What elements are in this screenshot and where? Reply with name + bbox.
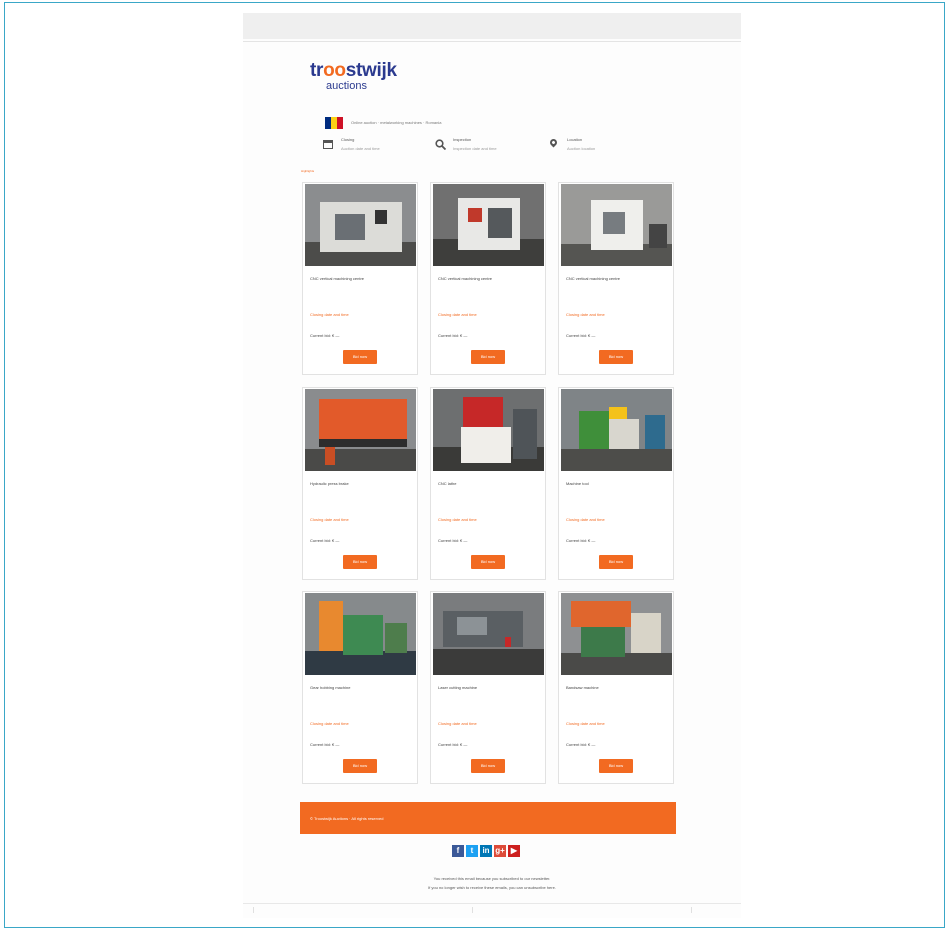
lot-price: Current bid: € — <box>438 538 468 543</box>
lot-price: Current bid: € — <box>310 333 340 338</box>
lot-photo[interactable] <box>561 593 672 675</box>
screenshot-frame: troostwijk auctions Online auction · met… <box>4 2 945 928</box>
unsubscribe-link[interactable]: If you no longer wish to receive these e… <box>243 885 741 890</box>
lot-title[interactable]: Bandsaw machine <box>566 685 666 690</box>
calendar-icon <box>323 140 333 149</box>
info-value: Auction location <box>567 146 596 151</box>
lot-card[interactable]: CNC vertical machining centre Closing da… <box>430 182 546 375</box>
lot-price: Current bid: € — <box>438 742 468 747</box>
lot-photo[interactable] <box>433 389 544 471</box>
lot-title[interactable]: Machine tool <box>566 481 666 486</box>
lot-title[interactable]: Laser cutting machine <box>438 685 538 690</box>
lot-photo[interactable] <box>433 184 544 266</box>
lot-closing-date: Closing date and time <box>310 312 349 317</box>
bid-button[interactable]: Bid now <box>599 555 633 569</box>
lot-card[interactable]: CNC vertical machining centre Closing da… <box>558 182 674 375</box>
email-top-bar <box>243 13 741 39</box>
youtube-icon[interactable]: ▶ <box>508 845 520 857</box>
info-value: Inspection date and time <box>453 146 497 151</box>
logo-subtitle: auctions <box>326 80 367 92</box>
lot-closing-date: Closing date and time <box>310 517 349 522</box>
lot-price: Current bid: € — <box>310 538 340 543</box>
logo-wordmark: troostwijk <box>310 60 397 81</box>
lot-closing-date: Closing date and time <box>438 721 477 726</box>
info-label: Closing <box>341 137 355 142</box>
info-closing: Closing Auction date and time <box>323 137 453 157</box>
divider <box>472 907 473 913</box>
lot-closing-date: Closing date and time <box>438 312 477 317</box>
search-icon <box>435 139 447 152</box>
lot-closing-date: Closing date and time <box>310 721 349 726</box>
info-inspection: Inspection Inspection date and time <box>435 137 565 157</box>
footer-bar: © Troostwijk Auctions · All rights reser… <box>300 802 676 834</box>
bid-button[interactable]: Bid now <box>343 555 377 569</box>
bid-button[interactable]: Bid now <box>343 759 377 773</box>
flag-stripe-red <box>337 117 343 129</box>
lot-title[interactable]: CNC vertical machining centre <box>438 276 538 281</box>
lot-price: Current bid: € — <box>566 538 596 543</box>
section-label: Highlights <box>301 169 315 173</box>
divider <box>243 903 741 904</box>
facebook-icon[interactable]: f <box>452 845 464 857</box>
intro-text: Online auction · metalworking machines ·… <box>351 120 442 125</box>
lot-price: Current bid: € — <box>310 742 340 747</box>
lot-title[interactable]: CNC vertical machining centre <box>566 276 666 281</box>
unsubscribe-text: You received this email because you subs… <box>433 876 551 881</box>
romania-flag-icon <box>325 117 343 129</box>
lot-card[interactable]: CNC vertical machining centre Closing da… <box>302 182 418 375</box>
social-links: f t in g+ ▶ <box>452 845 520 859</box>
bid-button[interactable]: Bid now <box>471 759 505 773</box>
lot-price: Current bid: € — <box>566 333 596 338</box>
lot-title[interactable]: CNC lathe <box>438 481 538 486</box>
twitter-icon[interactable]: t <box>466 845 478 857</box>
divider <box>243 41 741 42</box>
lot-card[interactable]: Bandsaw machine Closing date and time Cu… <box>558 591 674 784</box>
lot-card[interactable]: Hydraulic press brake Closing date and t… <box>302 387 418 580</box>
lot-card[interactable]: Laser cutting machine Closing date and t… <box>430 591 546 784</box>
lot-photo[interactable] <box>433 593 544 675</box>
lot-price: Current bid: € — <box>566 742 596 747</box>
lot-photo[interactable] <box>561 389 672 471</box>
divider <box>253 907 254 913</box>
lot-closing-date: Closing date and time <box>566 517 605 522</box>
copyright-text: © Troostwijk Auctions · All rights reser… <box>310 816 384 821</box>
divider <box>691 907 692 913</box>
lot-price: Current bid: € — <box>438 333 468 338</box>
bid-button[interactable]: Bid now <box>471 350 505 364</box>
bid-button[interactable]: Bid now <box>599 350 633 364</box>
lot-photo[interactable] <box>305 593 416 675</box>
lot-card[interactable]: Machine tool Closing date and time Curre… <box>558 387 674 580</box>
lot-title[interactable]: CNC vertical machining centre <box>310 276 410 281</box>
email-body: troostwijk auctions Online auction · met… <box>243 13 741 918</box>
info-label: Location <box>567 137 583 142</box>
lot-closing-date: Closing date and time <box>438 517 477 522</box>
info-label: Inspection <box>453 137 472 142</box>
linkedin-icon[interactable]: in <box>480 845 492 857</box>
lot-photo[interactable] <box>561 184 672 266</box>
location-pin-icon <box>548 137 559 148</box>
bid-button[interactable]: Bid now <box>343 350 377 364</box>
info-location: Location Auction location <box>548 137 679 157</box>
bid-button[interactable]: Bid now <box>599 759 633 773</box>
lot-title[interactable]: Gear hobbing machine <box>310 685 410 690</box>
lot-photo[interactable] <box>305 389 416 471</box>
lot-photo[interactable] <box>305 184 416 266</box>
lot-closing-date: Closing date and time <box>566 312 605 317</box>
info-value: Auction date and time <box>341 146 380 151</box>
bid-button[interactable]: Bid now <box>471 555 505 569</box>
troostwijk-logo[interactable]: troostwijk auctions <box>310 60 430 100</box>
lot-closing-date: Closing date and time <box>566 721 605 726</box>
lot-card[interactable]: CNC lathe Closing date and time Current … <box>430 387 546 580</box>
lot-card[interactable]: Gear hobbing machine Closing date and ti… <box>302 591 418 784</box>
lot-title[interactable]: Hydraulic press brake <box>310 481 410 486</box>
google-plus-icon[interactable]: g+ <box>494 845 506 857</box>
